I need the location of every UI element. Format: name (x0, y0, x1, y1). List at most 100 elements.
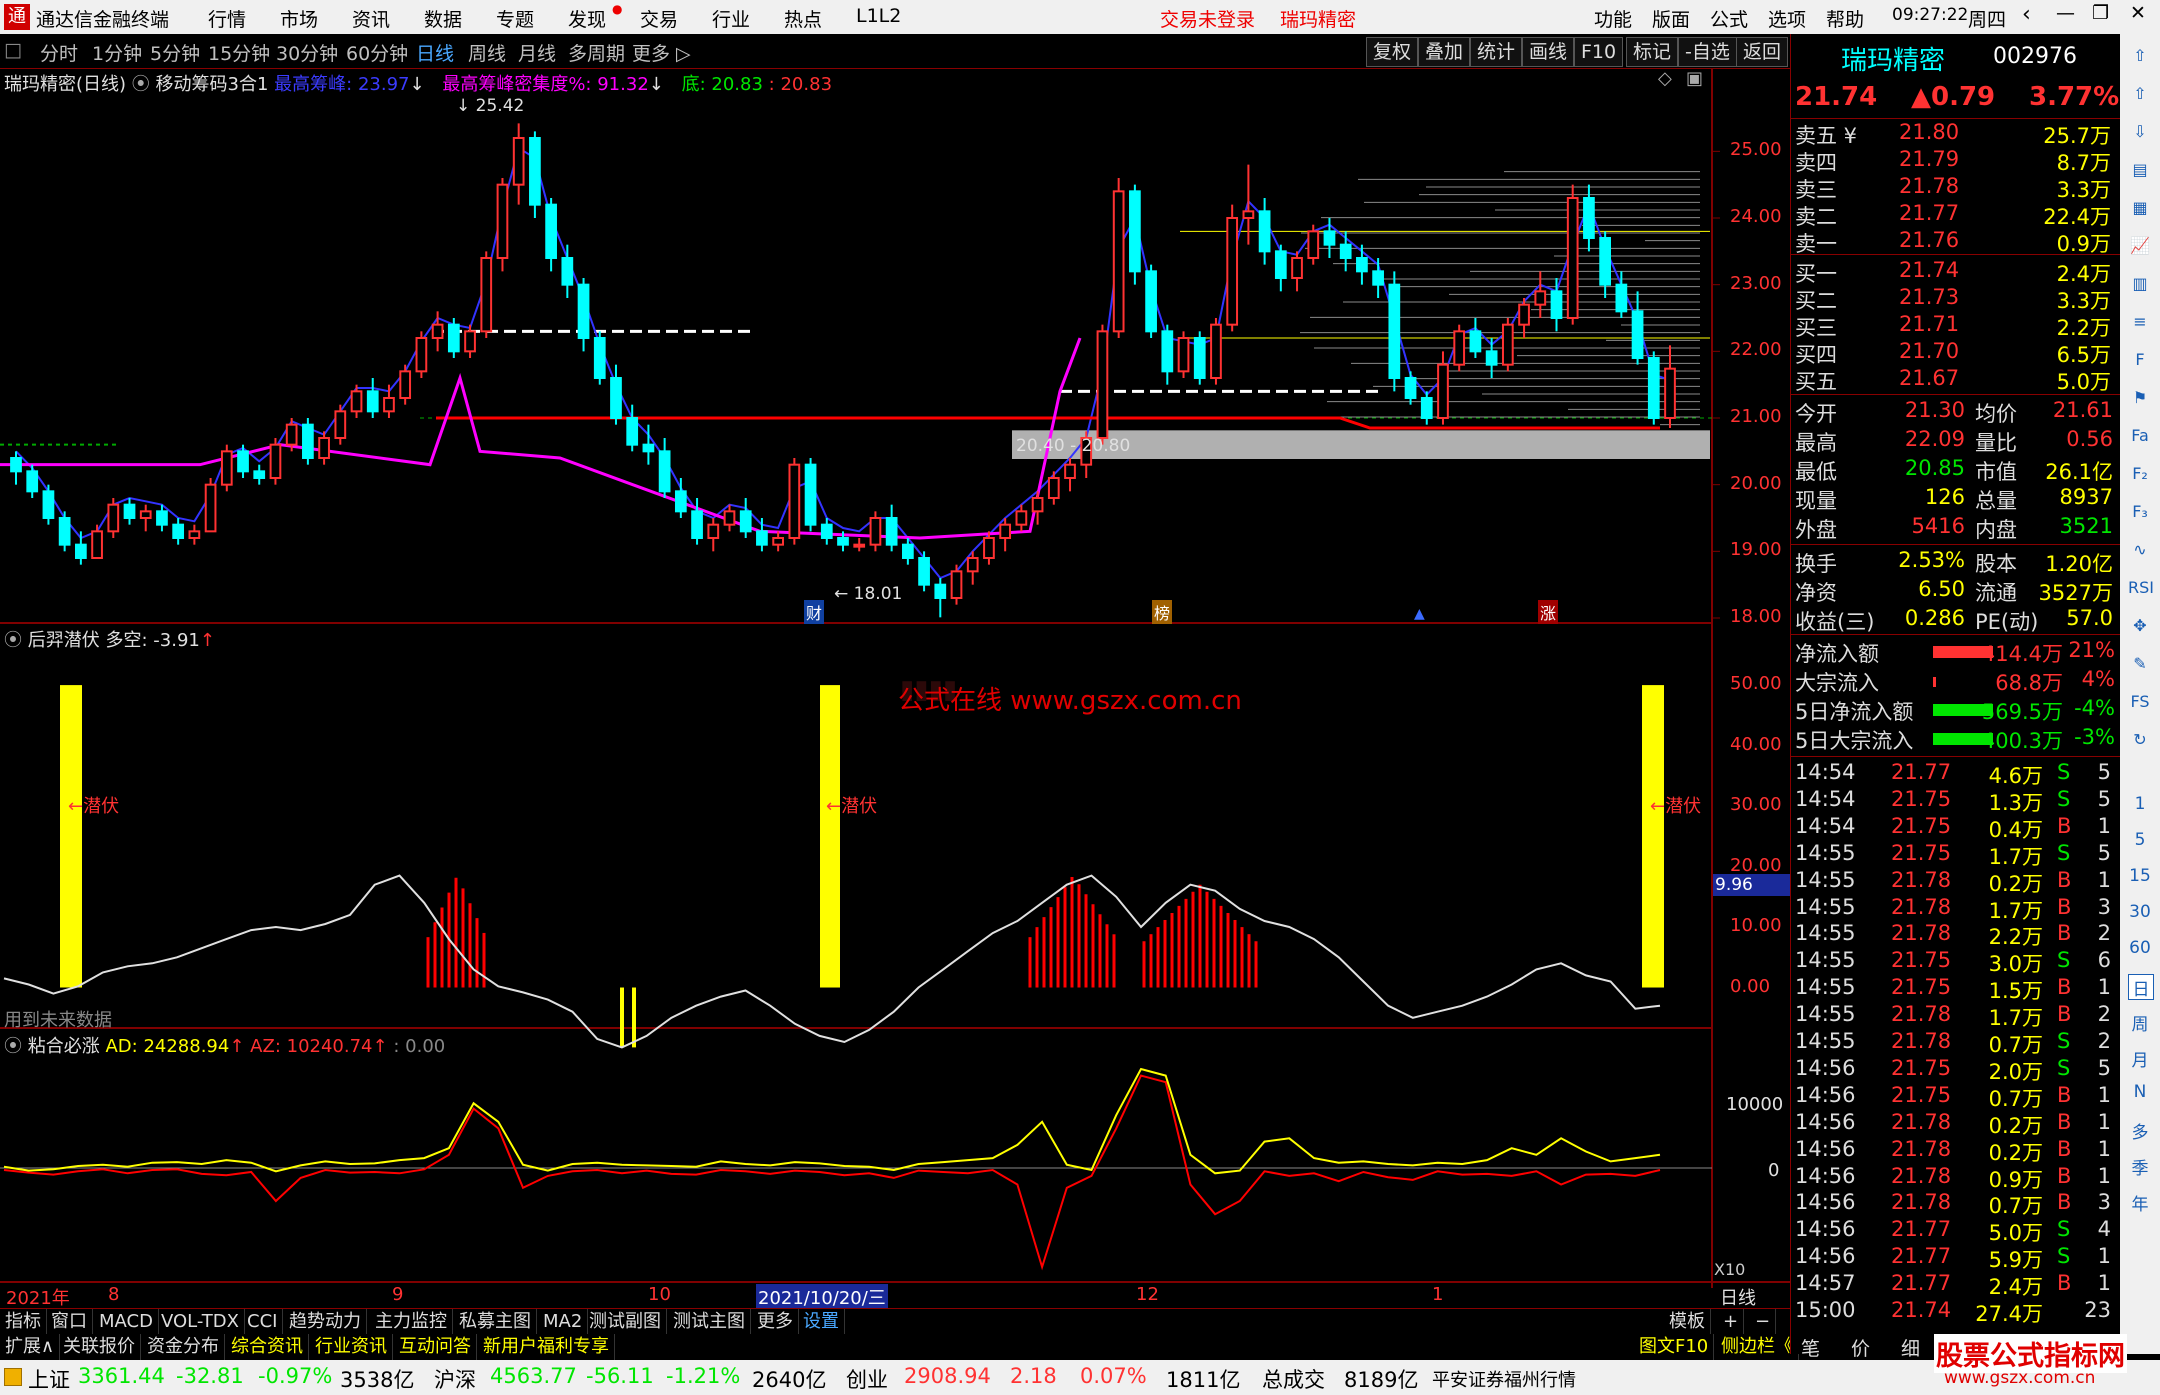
cy-name[interactable]: 创业 (846, 1364, 888, 1394)
panel-toggle-icon[interactable]: ▣ (1686, 68, 1703, 89)
marker-zhang[interactable]: 涨 (1538, 600, 1559, 624)
chart-area[interactable] (0, 68, 1790, 1308)
tab-5min[interactable]: 5分钟 (150, 39, 200, 66)
tab-tuwen-f10[interactable]: 图文F10 (1634, 1334, 1715, 1360)
tab-ceshifu[interactable]: 测试副图 (584, 1309, 667, 1335)
menu-item-bangzhu[interactable]: 帮助 (1826, 5, 1864, 32)
sidebar-period-4[interactable]: 60 (2128, 938, 2152, 962)
eye-icon[interactable]: ⦿ (132, 74, 150, 95)
minimize-icon[interactable]: — (2056, 2, 2075, 24)
tab-weekly[interactable]: 周线 (468, 39, 506, 66)
tab-1min[interactable]: 1分钟 (92, 39, 142, 66)
rsi-icon[interactable]: RSI (2128, 578, 2154, 602)
tab-ceshizhu[interactable]: 测试主图 (668, 1309, 751, 1335)
candle-icon[interactable]: ▥ (2128, 274, 2152, 298)
tab-30min[interactable]: 30分钟 (276, 39, 338, 66)
menu-item-gongshi[interactable]: 公式 (1710, 5, 1748, 32)
menu-item-redian[interactable]: 热点 (784, 5, 822, 32)
tab-shezhi[interactable]: 设置 (798, 1309, 845, 1335)
tick-tab[interactable]: 细 (1901, 1334, 1920, 1361)
tab-qushi[interactable]: 趋势动力 (284, 1309, 367, 1335)
menu-item-hangqing[interactable]: 行情 (208, 5, 246, 32)
close-icon[interactable]: ✕ (2130, 2, 2146, 24)
tab-sidebar-toggle[interactable]: 侧边栏《 (1716, 1334, 1799, 1360)
menu-item-hangye[interactable]: 行业 (712, 5, 750, 32)
tick-tab[interactable]: 笔 (1801, 1334, 1820, 1361)
tool-diejia[interactable]: 叠加 (1418, 37, 1471, 67)
fa-icon[interactable]: Fa (2128, 426, 2152, 450)
menu-item-l1l2[interactable]: L1L2 (856, 5, 901, 27)
grid-icon[interactable]: ▦ (2128, 198, 2152, 222)
tab-cci[interactable]: CCI (242, 1309, 284, 1335)
sidebar-period-7[interactable]: 月 (2128, 1046, 2152, 1071)
diamond-icon[interactable]: ◇ (1658, 68, 1672, 89)
collapse-icon[interactable]: □ (4, 39, 22, 61)
tab-more[interactable]: 更多 ▷ (632, 39, 691, 66)
tab-xinyonghu[interactable]: 新用户福利专享 (478, 1334, 615, 1360)
tool-fuquan[interactable]: 复权 (1366, 37, 1419, 67)
tab-zijin[interactable]: 资金分布 (142, 1334, 225, 1360)
menu-item-faxian[interactable]: 发现 (568, 5, 606, 32)
f3-icon[interactable]: F₃ (2128, 502, 2152, 526)
sub2-name[interactable]: 粘合必涨 (28, 1036, 100, 1057)
sidebar-period-9[interactable]: 多 (2128, 1118, 2152, 1143)
fs-icon[interactable]: FS (2128, 692, 2152, 716)
sub1-name[interactable]: 后羿潜伏 (28, 630, 100, 651)
tab-more-ind[interactable]: 更多 (752, 1309, 799, 1335)
tab-kuozhan[interactable]: 扩展∧ (0, 1334, 61, 1360)
tab-daily[interactable]: 日线 (416, 39, 454, 66)
back-icon[interactable]: ‹ (2022, 2, 2031, 27)
tab-multi[interactable]: 多周期 (568, 39, 625, 66)
tab-zhibiao[interactable]: 指标 (0, 1309, 47, 1335)
news-icon[interactable]: ▤ (2128, 160, 2152, 184)
tool-zixuan[interactable]: -自选 (1678, 37, 1737, 67)
tool-tongji[interactable]: 统计 (1470, 37, 1523, 67)
tab-15min[interactable]: 15分钟 (208, 39, 270, 66)
sidebar-period-5[interactable]: 日 (2128, 974, 2154, 1000)
sidebar-period-2[interactable]: 15 (2128, 866, 2152, 890)
indicator-name[interactable]: 移动筹码3合1 (156, 74, 269, 95)
sidebar-period-3[interactable]: 30 (2128, 902, 2152, 926)
menu-item-banmian[interactable]: 版面 (1652, 5, 1690, 32)
menu-item-xuanxiang[interactable]: 选项 (1768, 5, 1806, 32)
marker-cai[interactable]: 财 (804, 600, 825, 624)
tick-tab[interactable]: 价 (1851, 1334, 1870, 1361)
tab-chuangkou[interactable]: 窗口 (46, 1309, 93, 1335)
tab-guanlian[interactable]: 关联报价 (58, 1334, 141, 1360)
restore-icon[interactable]: ❐ (2092, 2, 2109, 24)
sh-name[interactable]: 上证 (28, 1364, 70, 1394)
refresh-icon[interactable]: ↻ (2128, 730, 2152, 754)
sidebar-period-11[interactable]: 年 (2128, 1190, 2152, 1215)
tab-hudong[interactable]: 互动问答 (394, 1334, 477, 1360)
tab-zhuli[interactable]: 主力监控 (370, 1309, 453, 1335)
tab-60min[interactable]: 60分钟 (346, 39, 408, 66)
menu-item-gongneng[interactable]: 功能 (1594, 5, 1632, 32)
sub1-eye-icon[interactable]: ⦿ (4, 630, 22, 651)
menu-item-shichang[interactable]: 市场 (280, 5, 318, 32)
tool-biaoji[interactable]: 标记 (1626, 37, 1679, 67)
sidebar-period-1[interactable]: 5 (2128, 830, 2152, 854)
login-status[interactable]: 交易未登录 (1160, 5, 1255, 32)
wave-icon[interactable]: ∿ (2128, 540, 2152, 564)
pencil-icon[interactable]: ✎ (2128, 654, 2152, 678)
tab-simu[interactable]: 私募主图 (454, 1309, 537, 1335)
up-arrow-icon[interactable]: ⇧ (2128, 46, 2152, 70)
tab-zonghe[interactable]: 综合资讯 (226, 1334, 309, 1360)
sidebar-period-6[interactable]: 周 (2128, 1010, 2152, 1035)
tab-moban[interactable]: 模板 (1664, 1309, 1711, 1335)
sz-name[interactable]: 沪深 (434, 1364, 476, 1394)
tool-fanhui[interactable]: 返回 (1736, 37, 1789, 67)
tab-fenshi[interactable]: 分时 (40, 39, 78, 66)
sub2-eye-icon[interactable]: ⦿ (4, 1036, 22, 1057)
tab-vol-tdx[interactable]: VOL-TDX (156, 1309, 245, 1335)
f2-icon[interactable]: F₂ (2128, 464, 2152, 488)
zoom-in-button[interactable]: + (1718, 1309, 1745, 1335)
tab-macd[interactable]: MACD (94, 1309, 159, 1335)
zoom-out-button[interactable]: − (1750, 1309, 1777, 1335)
marker-bang[interactable]: 榜 (1152, 600, 1173, 624)
chart-icon[interactable]: 📈 (2128, 236, 2152, 260)
tab-monthly[interactable]: 月线 (518, 39, 556, 66)
flag-icon[interactable]: ⚑ (2128, 388, 2152, 412)
tool-f10[interactable]: F10 (1574, 37, 1624, 67)
up-arrow-icon[interactable]: ⇧ (2128, 84, 2152, 108)
